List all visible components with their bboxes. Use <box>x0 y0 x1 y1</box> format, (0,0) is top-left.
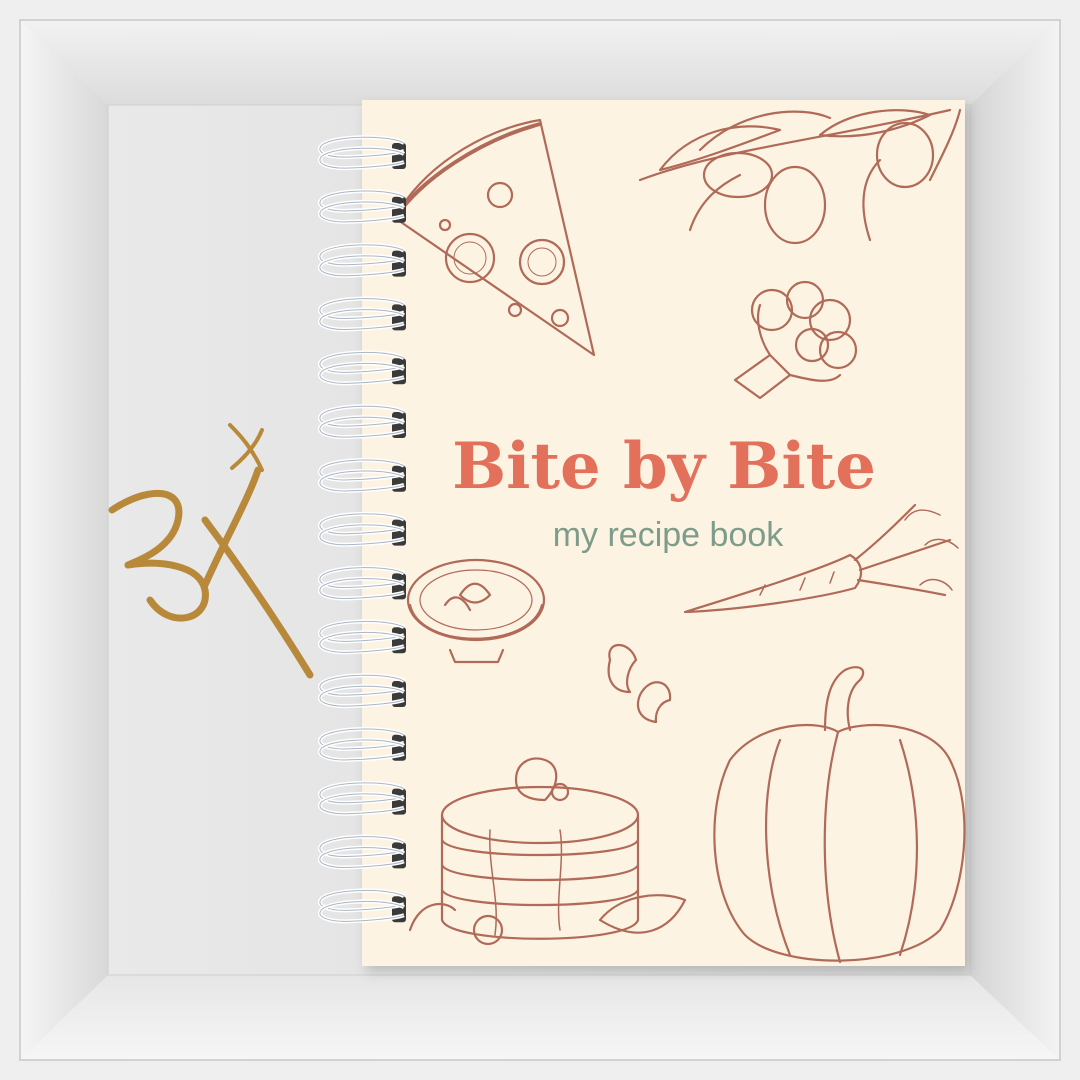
product-mockup-scene: Bite by Bite my recipe book <box>0 0 1080 1080</box>
cover-title: Bite by Bite <box>452 429 876 504</box>
cover-subtitle: my recipe book <box>553 516 785 554</box>
